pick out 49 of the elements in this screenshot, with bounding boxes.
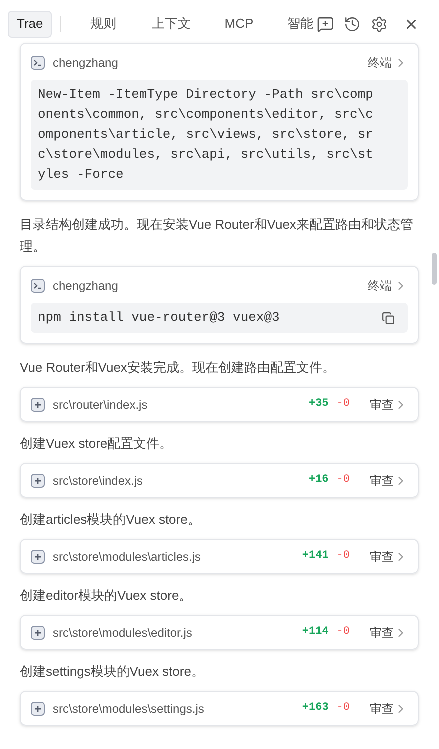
add-file-icon: [31, 474, 45, 488]
terminal-icon: [31, 56, 45, 70]
review-button[interactable]: 审查: [370, 548, 408, 566]
file-path: src\store\modules\articles.js: [53, 548, 202, 566]
tab[interactable]: 规则: [69, 14, 138, 34]
message-text: Vue Router和Vuex安装完成。现在创建路由配置文件。: [20, 359, 336, 377]
file-path: src\store\modules\editor.js: [53, 624, 194, 642]
scrollbar-thumb[interactable]: [432, 253, 437, 285]
settings-icon[interactable]: [371, 16, 388, 32]
lines-added: +163: [302, 701, 329, 716]
terminal-link[interactable]: 终端: [368, 54, 408, 72]
copy-icon[interactable]: [382, 312, 395, 324]
lines-removed: -0: [336, 701, 350, 716]
tab[interactable]: 上下文: [137, 14, 206, 34]
message-text: 目录结构创建成功。现在安装Vue Router和Vuex来配置路由和状态管理。: [20, 216, 414, 256]
lines-removed: -0: [336, 473, 350, 488]
message-text: 创建articles模块的Vuex store。: [20, 511, 202, 529]
lines-added: +114: [302, 625, 329, 640]
lines-added: +35: [308, 397, 329, 412]
tab[interactable]: MCP: [205, 14, 274, 34]
message-text: 创建Vuex store配置文件。: [20, 435, 174, 453]
add-file-icon: [31, 550, 45, 564]
message-text: 创建editor模块的Vuex store。: [20, 587, 194, 605]
command-text: npm install vue-router@3 vuex@3: [38, 309, 281, 327]
lines-removed: -0: [336, 625, 350, 640]
new-chat-icon[interactable]: [317, 16, 334, 32]
history-icon[interactable]: [344, 16, 362, 32]
user-name: chengzhang: [53, 278, 120, 295]
file-path: src\store\modules\settings.js: [53, 700, 206, 718]
lines-removed: -0: [336, 397, 350, 412]
add-file-icon: [31, 398, 45, 412]
terminal-icon: [31, 279, 45, 293]
command-text: New-Item -ItemType Directory -Path src\components\common, src\components\editor, src\components\article, src\views, src\store, src\store\modules, src\api, src\utils, src\styles -Force: [38, 86, 374, 184]
lines-added: +16: [308, 473, 329, 488]
message-text: 创建settings模块的Vuex store。: [20, 663, 206, 681]
review-button[interactable]: 审查: [370, 472, 408, 490]
tab[interactable]: Trae: [8, 10, 52, 38]
review-button[interactable]: 审查: [370, 700, 408, 718]
review-button[interactable]: 审查: [370, 396, 408, 414]
file-path: src\router\index.js: [53, 396, 149, 414]
lines-removed: -0: [336, 549, 350, 564]
file-path: src\store\index.js: [53, 472, 144, 490]
add-file-icon: [31, 702, 45, 716]
terminal-link[interactable]: 终端: [368, 277, 408, 295]
tab[interactable]: 智能: [287, 14, 314, 34]
user-name: chengzhang: [53, 55, 120, 72]
lines-added: +141: [302, 549, 329, 564]
review-button[interactable]: 审查: [370, 624, 408, 642]
add-file-icon: [31, 626, 45, 640]
